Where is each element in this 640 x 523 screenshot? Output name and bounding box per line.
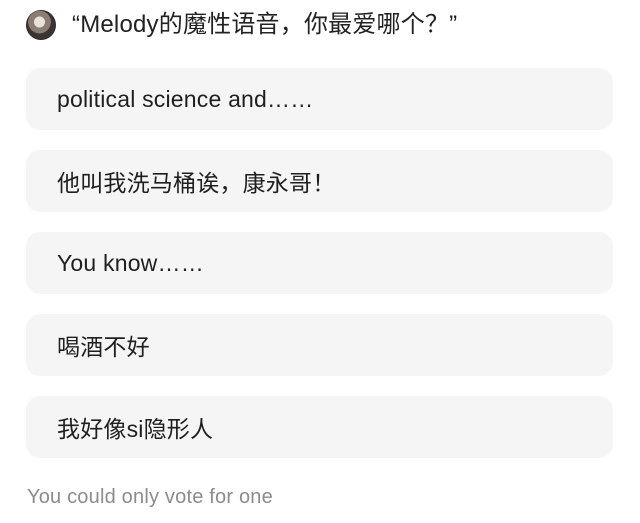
poll-option-label: 他叫我洗马桶诶，康永哥！ xyxy=(57,170,336,196)
vote-limit-note: You could only vote for one xyxy=(27,486,273,508)
poll-option-1[interactable]: political science and…… xyxy=(26,68,613,130)
poll-option-2[interactable]: 他叫我洗马桶诶，康永哥！ xyxy=(26,150,613,212)
poll-title: “Melody的魔性语音，你最爱哪个？” xyxy=(72,11,458,38)
poll-option-label: 喝酒不好 xyxy=(57,334,150,360)
poll-option-5[interactable]: 我好像si隐形人 xyxy=(26,396,613,458)
avatar[interactable] xyxy=(26,10,56,40)
poll-option-label: You know…… xyxy=(57,249,204,276)
poll-option-label: 我好像si隐形人 xyxy=(57,416,214,442)
poll-options: political science and…… 他叫我洗马桶诶，康永哥！ You… xyxy=(26,68,613,458)
poll-option-4[interactable]: 喝酒不好 xyxy=(26,314,613,376)
poll-header: “Melody的魔性语音，你最爱哪个？” xyxy=(26,8,626,42)
poll-option-3[interactable]: You know…… xyxy=(26,232,613,294)
poll-option-label: political science and…… xyxy=(57,85,314,112)
